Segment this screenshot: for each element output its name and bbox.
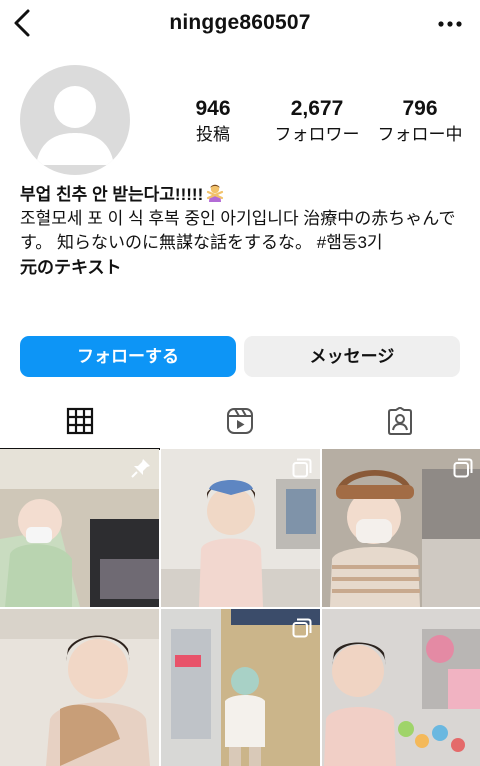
posts-label: 投稿	[196, 125, 230, 144]
avatar[interactable]	[20, 65, 130, 175]
bio-name-line: 부업 친추 안 받는다고!!!!!	[20, 183, 470, 207]
more-dots-icon[interactable]	[436, 14, 464, 34]
tab-reels[interactable]	[160, 398, 320, 448]
reels-icon	[227, 408, 253, 434]
profile-username: ningge860507	[169, 11, 311, 34]
multi-photo-icon	[453, 458, 473, 478]
posts-stat[interactable]: 946 投稿	[178, 96, 248, 148]
bio-name: 부업 친추 안 받는다고!!!!!	[20, 185, 204, 204]
post-thumbnail[interactable]	[0, 609, 159, 766]
following-count: 796	[402, 97, 438, 120]
followers-count: 2,677	[290, 97, 344, 120]
post-thumbnail[interactable]	[161, 449, 320, 607]
top-bar: ningge860507	[0, 0, 480, 48]
post-thumbnail[interactable]	[322, 449, 480, 607]
posts-count: 946	[195, 97, 231, 120]
message-button[interactable]: メッセージ	[244, 336, 460, 377]
profile-bio: 부업 친추 안 받는다고!!!!! 조혈모세 포 이 식 후복 중인 아기입니다…	[20, 183, 470, 281]
grid-icon	[66, 407, 94, 435]
followers-label: フォロワー	[274, 125, 360, 144]
person-gesturing-no-emoji	[207, 184, 224, 202]
tagged-icon	[388, 407, 412, 435]
tab-posts-grid[interactable]	[0, 398, 160, 450]
followers-stat[interactable]: 2,677 フォロワー	[262, 96, 372, 148]
follow-button[interactable]: フォローする	[20, 336, 236, 377]
post-thumbnail[interactable]	[161, 609, 320, 766]
posts-grid	[0, 449, 480, 766]
pin-icon	[131, 459, 150, 478]
multi-photo-icon	[292, 458, 312, 478]
tab-tagged[interactable]	[320, 398, 480, 448]
profile-tabs	[0, 398, 480, 450]
bio-text: 조혈모세 포 이 식 후복 중인 아기입니다 治療中の赤ちゃんです。 知らないの…	[20, 209, 456, 252]
default-avatar-icon	[36, 86, 114, 165]
multi-photo-icon	[292, 618, 312, 638]
post-thumbnail[interactable]	[0, 449, 159, 607]
see-translation-link[interactable]: 元のテキスト	[20, 255, 470, 281]
post-thumbnail[interactable]	[322, 609, 480, 766]
following-label: フォロー中	[377, 125, 463, 144]
following-stat[interactable]: 796 フォロー中	[370, 96, 470, 148]
